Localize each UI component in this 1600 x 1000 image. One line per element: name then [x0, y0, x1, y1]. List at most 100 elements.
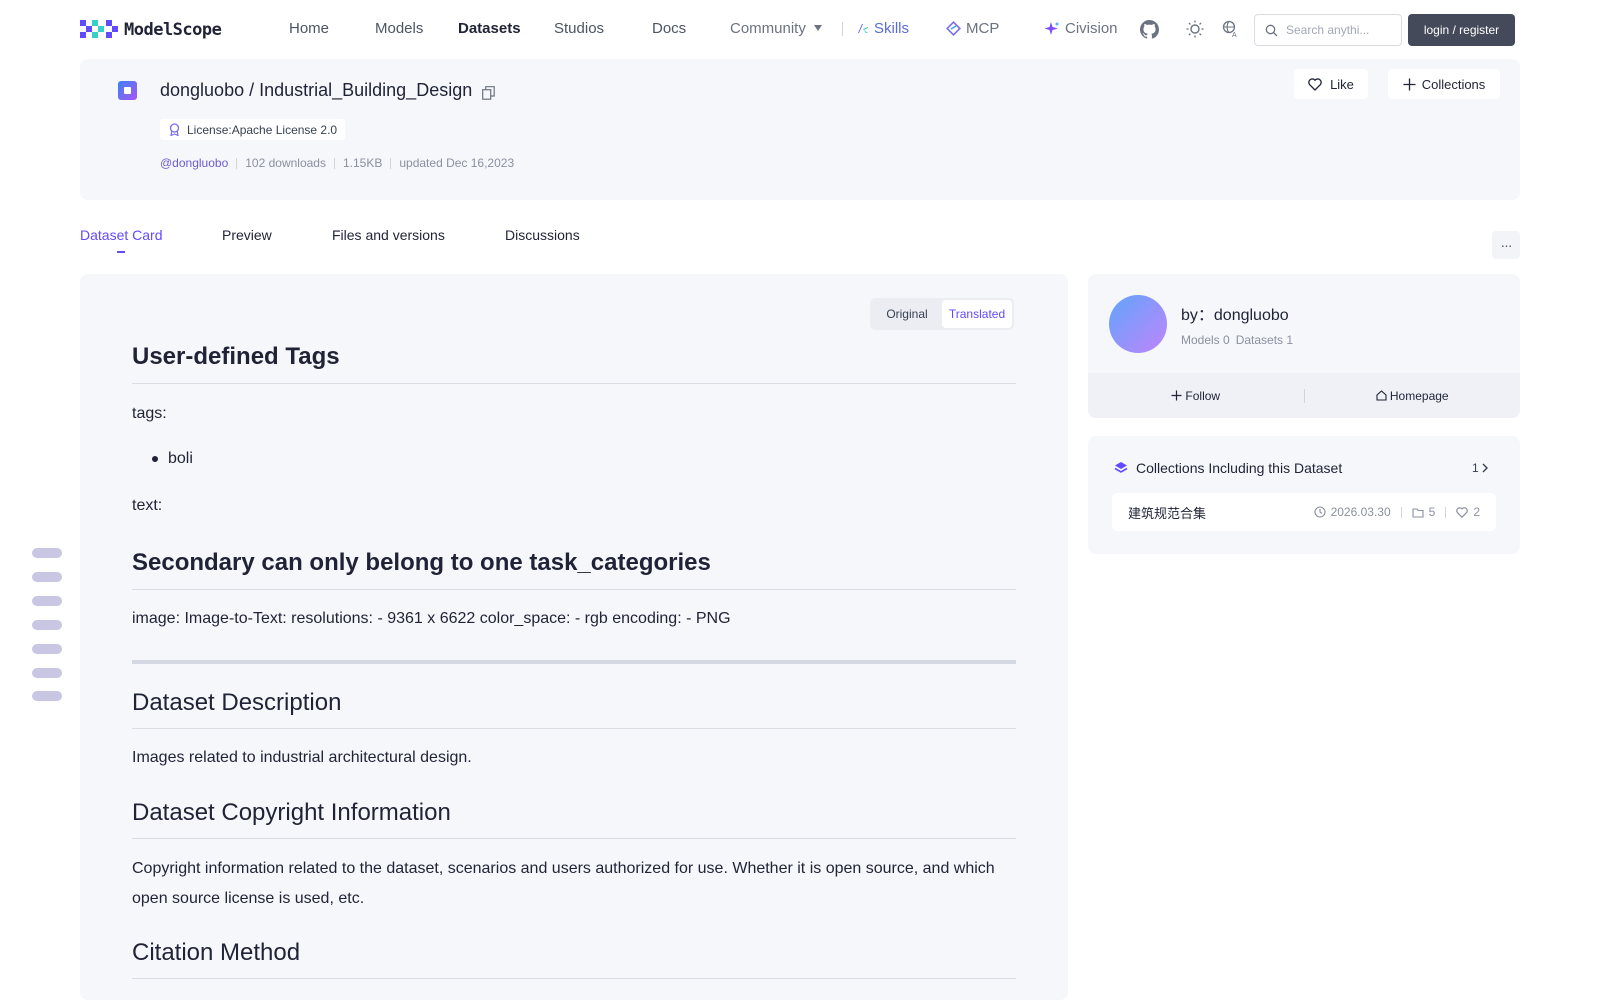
heading-copyright: Dataset Copyright Information	[132, 799, 451, 826]
translated-toggle[interactable]: Translated	[942, 300, 1012, 328]
nav-skills-label: Skills	[874, 20, 910, 37]
toc-marker[interactable]	[32, 620, 62, 630]
image-spec-line: image: Image-to-Text: resolutions: - 936…	[132, 610, 731, 627]
nav-mcp[interactable]: MCP	[946, 20, 999, 37]
author-card: by：dongluobo Models 0 Datasets 1 Follow …	[1088, 274, 1520, 418]
logo-mark-icon	[80, 20, 118, 40]
copy-icon[interactable]	[482, 84, 496, 100]
nav-studios[interactable]: Studios	[554, 20, 604, 37]
active-tab-indicator	[117, 251, 125, 253]
login-register-button[interactable]: login / register	[1408, 14, 1515, 46]
dataset-title-text: dongluobo / Industrial_Building_Design	[160, 80, 473, 100]
meta-divider	[1445, 506, 1447, 518]
collections-heading-text: Collections Including this Dataset	[1136, 460, 1343, 476]
dataset-size: 1.15KB	[342, 156, 383, 170]
collections-heading: Collections Including this Dataset	[1114, 460, 1342, 476]
datasets-count: Datasets 1	[1235, 333, 1294, 347]
toc-marker[interactable]	[32, 691, 62, 701]
follow-label: Follow	[1185, 388, 1221, 403]
collection-item[interactable]: 建筑规范合集 2026.03.30 5 2	[1112, 493, 1496, 531]
toc-marker[interactable]	[32, 548, 62, 558]
tab-discussions[interactable]: Discussions	[505, 227, 580, 243]
tab-preview[interactable]: Preview	[222, 227, 272, 243]
add-to-collections-button[interactable]: Collections	[1388, 69, 1500, 99]
collection-likes: 2	[1473, 505, 1480, 519]
license-icon	[169, 123, 180, 136]
nav-docs[interactable]: Docs	[652, 20, 686, 37]
heading-rule	[132, 383, 1016, 384]
list-item: boli	[152, 450, 193, 468]
toc-marker[interactable]	[32, 596, 62, 606]
collection-name: 建筑规范合集	[1128, 505, 1207, 521]
plus-icon	[1171, 390, 1182, 401]
nav-civision[interactable]: Civision	[1044, 20, 1118, 37]
theme-toggle-icon[interactable]	[1185, 19, 1205, 39]
original-toggle[interactable]: Original	[872, 300, 942, 328]
layers-icon	[1114, 462, 1128, 473]
collections-count-link[interactable]: 1	[1472, 458, 1496, 478]
heading-rule	[132, 728, 1016, 729]
tab-files-and-versions[interactable]: Files and versions	[332, 227, 445, 243]
more-options-button[interactable]: ···	[1492, 231, 1520, 259]
license-badge[interactable]: License:Apache License 2.0	[160, 119, 346, 140]
description-text: Images related to industrial architectur…	[132, 749, 472, 766]
collection-item-count: 5	[1428, 505, 1436, 519]
nav-civision-label: Civision	[1065, 20, 1118, 37]
meta-divider	[1400, 506, 1402, 518]
homepage-button[interactable]: Homepage	[1305, 389, 1521, 403]
home-icon	[1376, 390, 1387, 401]
author-link[interactable]: @dongluobo	[160, 156, 228, 170]
mcp-icon	[946, 21, 961, 36]
toc-marker[interactable]	[32, 644, 62, 654]
nav-mcp-label: MCP	[966, 20, 1000, 37]
updated-date: updated Dec 16,2023	[399, 156, 515, 170]
collections-card: Collections Including this Dataset 1 建筑规…	[1088, 436, 1520, 554]
sparkle-icon	[1044, 21, 1060, 35]
tags-label: tags:	[132, 405, 167, 422]
dataset-header: dongluobo / Industrial_Building_Design L…	[80, 59, 1520, 200]
collection-date: 2026.03.30	[1330, 505, 1391, 519]
horizontal-rule	[132, 660, 1016, 664]
dataset-card-panel: Original Translated User-defined Tags ta…	[80, 274, 1068, 1000]
search-box[interactable]	[1254, 14, 1402, 46]
search-input[interactable]	[1286, 23, 1386, 37]
heading-rule	[132, 978, 1016, 979]
language-icon[interactable]: A	[1221, 19, 1241, 39]
nav-home[interactable]: Home	[289, 20, 329, 37]
nav-skills[interactable]: Skills	[856, 20, 909, 37]
meta-divider	[390, 157, 392, 169]
toc-marker[interactable]	[32, 572, 62, 582]
author-counts: Models 0 Datasets 1	[1181, 333, 1293, 347]
collections-count: 1	[1472, 461, 1479, 475]
dataset-meta: @dongluobo 102 downloads 1.15KB updated …	[160, 156, 514, 170]
heading-citation: Citation Method	[132, 939, 301, 966]
heading-rule	[132, 589, 1016, 590]
language-toggle: Original Translated	[870, 298, 1014, 330]
heading-secondary: Secondary can only belong to one task_ca…	[132, 549, 711, 576]
follow-button[interactable]: Follow	[1088, 389, 1304, 403]
dataset-title: dongluobo / Industrial_Building_Design	[160, 80, 496, 101]
heading-user-defined-tags: User-defined Tags	[132, 343, 340, 370]
avatar[interactable]	[1109, 295, 1167, 353]
search-icon	[1265, 24, 1278, 36]
nav-models[interactable]: Models	[375, 20, 423, 37]
author-actions: Follow Homepage	[1088, 373, 1520, 418]
folder-icon	[1412, 507, 1424, 518]
author-name[interactable]: by：dongluobo	[1181, 301, 1289, 325]
toc-marker[interactable]	[32, 668, 62, 678]
svg-text:A: A	[1232, 32, 1237, 38]
downloads-count: 102 downloads	[245, 156, 326, 170]
heart-icon	[1456, 506, 1469, 518]
logo-text: ModelScope	[124, 20, 222, 40]
tab-dataset-card[interactable]: Dataset Card	[80, 227, 162, 243]
like-button[interactable]: Like	[1294, 69, 1368, 99]
heading-dataset-description: Dataset Description	[132, 689, 342, 716]
tag-item-text: boli	[168, 450, 193, 467]
nav-datasets[interactable]: Datasets	[458, 20, 521, 37]
dataset-icon	[118, 81, 137, 100]
github-icon[interactable]	[1139, 19, 1159, 39]
collection-meta: 2026.03.30 5 2	[1314, 493, 1480, 531]
like-label: Like	[1330, 76, 1354, 92]
nav-community[interactable]: Community	[730, 20, 822, 37]
modelscope-logo[interactable]: ModelScope	[80, 19, 222, 41]
